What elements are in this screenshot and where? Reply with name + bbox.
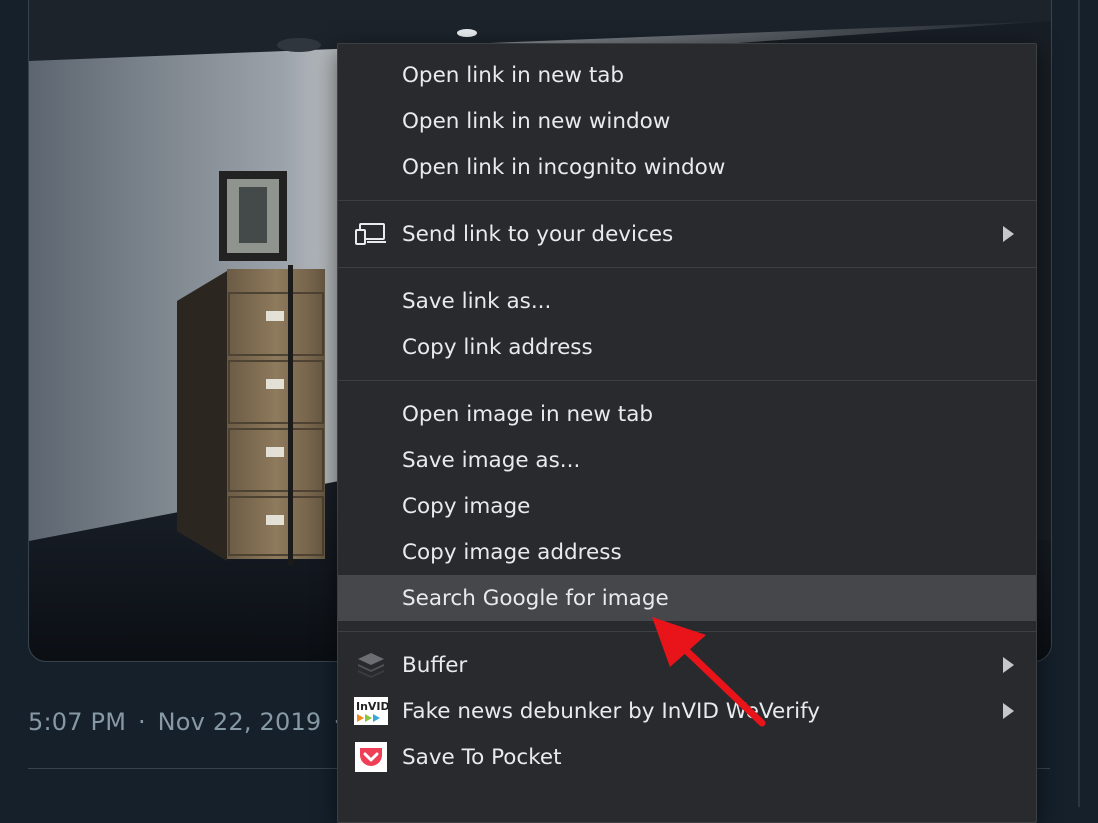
menu-separator xyxy=(338,631,1036,632)
menu-item-label: Save link as... xyxy=(402,288,552,314)
menu-item-label: Save image as... xyxy=(402,447,581,473)
menu-item-copy-link-address[interactable]: Copy link address xyxy=(338,324,1036,370)
menu-item-buffer[interactable]: Buffer xyxy=(338,642,1036,688)
menu-item-search-google-for-image[interactable]: Search Google for image xyxy=(338,575,1036,621)
meta-separator: · xyxy=(137,708,146,736)
menu-item-send-link-to-your-devices[interactable]: Send link to your devices xyxy=(338,211,1036,257)
tweet-date: Nov 22, 2019 xyxy=(157,708,322,736)
menu-item-label: Open link in new tab xyxy=(402,62,625,88)
devices-icon xyxy=(354,220,388,248)
menu-item-label: Open link in incognito window xyxy=(402,154,726,180)
menu-item-label: Copy image address xyxy=(402,539,622,565)
menu-item-label: Open image in new tab xyxy=(402,401,654,427)
menu-item-label: Send link to your devices xyxy=(402,221,674,247)
menu-item-label: Open link in new window xyxy=(402,108,671,134)
invid-icon: InVID xyxy=(354,697,388,725)
tweet-timestamp[interactable]: 5:07 PM · Nov 22, 2019 · T xyxy=(28,708,368,736)
menu-item-label: Fake news debunker by InVID WeVerify xyxy=(402,698,820,724)
context-menu: Open link in new tab Open link in new win… xyxy=(337,43,1037,823)
pocket-icon xyxy=(354,742,388,772)
menu-item-open-link-in-new-window[interactable]: Open link in new window xyxy=(338,98,1036,144)
menu-separator xyxy=(338,200,1036,201)
submenu-arrow-icon xyxy=(1003,703,1014,719)
menu-item-save-link-as[interactable]: Save link as... xyxy=(338,278,1036,324)
tweet-time: 5:07 PM xyxy=(28,708,127,736)
menu-item-label: Buffer xyxy=(402,652,468,678)
column-border xyxy=(1078,0,1080,807)
buffer-icon xyxy=(354,651,388,679)
menu-item-label: Copy image xyxy=(402,493,531,519)
svg-text:InVID: InVID xyxy=(356,700,388,713)
menu-separator xyxy=(338,380,1036,381)
menu-item-open-link-in-new-tab[interactable]: Open link in new tab xyxy=(338,52,1036,98)
menu-item-save-to-pocket[interactable]: Save To Pocket xyxy=(338,734,1036,780)
menu-item-fake-news-debunker-by-invid-weverify[interactable]: InVID Fake news debunker by InVID WeVerif… xyxy=(338,688,1036,734)
menu-item-copy-image[interactable]: Copy image xyxy=(338,483,1036,529)
menu-item-label: Copy link address xyxy=(402,334,593,360)
submenu-arrow-icon xyxy=(1003,226,1014,242)
menu-item-open-image-in-new-tab[interactable]: Open image in new tab xyxy=(338,391,1036,437)
menu-item-open-link-in-incognito-window[interactable]: Open link in incognito window xyxy=(338,144,1036,190)
menu-item-label: Search Google for image xyxy=(402,585,669,611)
menu-item-label: Save To Pocket xyxy=(402,744,562,770)
submenu-arrow-icon xyxy=(1003,657,1014,673)
menu-item-save-image-as[interactable]: Save image as... xyxy=(338,437,1036,483)
menu-item-copy-image-address[interactable]: Copy image address xyxy=(338,529,1036,575)
menu-separator xyxy=(338,267,1036,268)
